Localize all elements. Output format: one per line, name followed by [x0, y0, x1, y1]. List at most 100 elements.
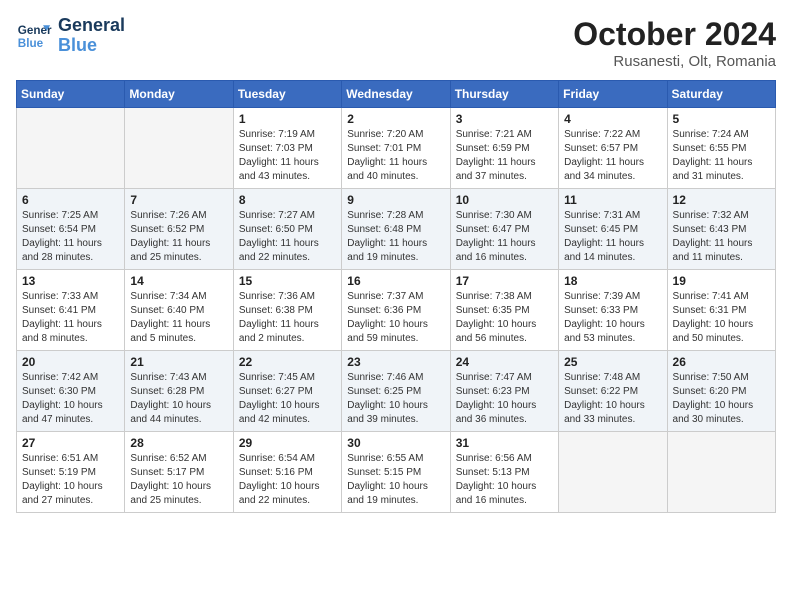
- calendar-cell: 10 Sunrise: 7:30 AM Sunset: 6:47 PM Dayli…: [450, 189, 558, 270]
- calendar-week-row: 13 Sunrise: 7:33 AM Sunset: 6:41 PM Dayli…: [17, 270, 776, 351]
- calendar-header-row: SundayMondayTuesdayWednesdayThursdayFrid…: [17, 81, 776, 108]
- cell-text: Sunrise: 7:30 AM Sunset: 6:47 PM Dayligh…: [456, 209, 553, 265]
- day-number: 22: [239, 355, 336, 369]
- day-number: 15: [239, 274, 336, 288]
- calendar-cell: 2 Sunrise: 7:20 AM Sunset: 7:01 PM Daylig…: [342, 108, 450, 189]
- day-number: 16: [347, 274, 444, 288]
- cell-text: Sunrise: 7:46 AM Sunset: 6:25 PM Dayligh…: [347, 371, 444, 427]
- cell-text: Sunrise: 6:56 AM Sunset: 5:13 PM Dayligh…: [456, 452, 553, 508]
- calendar-cell: 13 Sunrise: 7:33 AM Sunset: 6:41 PM Dayli…: [17, 270, 125, 351]
- calendar-cell: 7Sunrise: 7:26 AM Sunset: 6:52 PM Daylig…: [125, 189, 233, 270]
- cell-text: Sunrise: 7:42 AM Sunset: 6:30 PM Dayligh…: [22, 371, 119, 427]
- column-header-monday: Monday: [125, 81, 233, 108]
- cell-text: Sunrise: 7:22 AM Sunset: 6:57 PM Dayligh…: [564, 128, 661, 184]
- cell-text: Sunrise: 7:38 AM Sunset: 6:35 PM Dayligh…: [456, 290, 553, 346]
- column-header-saturday: Saturday: [667, 81, 775, 108]
- calendar-week-row: 20Sunrise: 7:42 AM Sunset: 6:30 PM Dayli…: [17, 351, 776, 432]
- calendar-cell: 3 Sunrise: 7:21 AM Sunset: 6:59 PM Daylig…: [450, 108, 558, 189]
- logo-text: General Blue: [58, 16, 125, 56]
- cell-text: Sunrise: 7:39 AM Sunset: 6:33 PM Dayligh…: [564, 290, 661, 346]
- calendar-cell: 8 Sunrise: 7:27 AM Sunset: 6:50 PM Daylig…: [233, 189, 341, 270]
- calendar-cell: 12 Sunrise: 7:32 AM Sunset: 6:43 PM Dayli…: [667, 189, 775, 270]
- calendar-cell: 28 Sunrise: 6:52 AM Sunset: 5:17 PM Dayli…: [125, 432, 233, 513]
- calendar-cell: 6 Sunrise: 7:25 AM Sunset: 6:54 PM Daylig…: [17, 189, 125, 270]
- cell-text: Sunrise: 6:52 AM Sunset: 5:17 PM Dayligh…: [130, 452, 227, 508]
- cell-text: Sunrise: 7:43 AM Sunset: 6:28 PM Dayligh…: [130, 371, 227, 427]
- day-number: 12: [673, 193, 770, 207]
- cell-text: Sunrise: 7:34 AM Sunset: 6:40 PM Dayligh…: [130, 290, 227, 346]
- calendar-cell: 18 Sunrise: 7:39 AM Sunset: 6:33 PM Dayli…: [559, 270, 667, 351]
- cell-text: Sunrise: 6:55 AM Sunset: 5:15 PM Dayligh…: [347, 452, 444, 508]
- day-number: 23: [347, 355, 444, 369]
- day-number: 21: [130, 355, 227, 369]
- cell-text: Sunrise: 7:36 AM Sunset: 6:38 PM Dayligh…: [239, 290, 336, 346]
- day-number: 25: [564, 355, 661, 369]
- location-title: Rusanesti, Olt, Romania: [573, 53, 776, 70]
- cell-text: Sunrise: 7:27 AM Sunset: 6:50 PM Dayligh…: [239, 209, 336, 265]
- day-number: 19: [673, 274, 770, 288]
- day-number: 30: [347, 436, 444, 450]
- day-number: 11: [564, 193, 661, 207]
- day-number: 6: [22, 193, 119, 207]
- day-number: 9: [347, 193, 444, 207]
- header: General Blue General Blue October 2024 R…: [16, 16, 776, 70]
- cell-text: Sunrise: 7:20 AM Sunset: 7:01 PM Dayligh…: [347, 128, 444, 184]
- calendar-cell: 4 Sunrise: 7:22 AM Sunset: 6:57 PM Daylig…: [559, 108, 667, 189]
- day-number: 29: [239, 436, 336, 450]
- cell-text: Sunrise: 7:33 AM Sunset: 6:41 PM Dayligh…: [22, 290, 119, 346]
- calendar-cell: 27Sunrise: 6:51 AM Sunset: 5:19 PM Dayli…: [17, 432, 125, 513]
- calendar-week-row: 1Sunrise: 7:19 AM Sunset: 7:03 PM Daylig…: [17, 108, 776, 189]
- cell-text: Sunrise: 7:25 AM Sunset: 6:54 PM Dayligh…: [22, 209, 119, 265]
- calendar-cell: [559, 432, 667, 513]
- calendar-cell: 23 Sunrise: 7:46 AM Sunset: 6:25 PM Dayli…: [342, 351, 450, 432]
- calendar-cell: 15 Sunrise: 7:36 AM Sunset: 6:38 PM Dayli…: [233, 270, 341, 351]
- day-number: 7: [130, 193, 227, 207]
- logo-line2: Blue: [58, 35, 97, 55]
- day-number: 13: [22, 274, 119, 288]
- day-number: 8: [239, 193, 336, 207]
- calendar-table: SundayMondayTuesdayWednesdayThursdayFrid…: [16, 80, 776, 513]
- day-number: 1: [239, 112, 336, 126]
- calendar-cell: 9 Sunrise: 7:28 AM Sunset: 6:48 PM Daylig…: [342, 189, 450, 270]
- calendar-cell: 31 Sunrise: 6:56 AM Sunset: 5:13 PM Dayli…: [450, 432, 558, 513]
- column-header-tuesday: Tuesday: [233, 81, 341, 108]
- calendar-cell: [667, 432, 775, 513]
- cell-text: Sunrise: 7:47 AM Sunset: 6:23 PM Dayligh…: [456, 371, 553, 427]
- svg-text:Blue: Blue: [18, 37, 44, 50]
- cell-text: Sunrise: 6:54 AM Sunset: 5:16 PM Dayligh…: [239, 452, 336, 508]
- day-number: 26: [673, 355, 770, 369]
- calendar-cell: 29 Sunrise: 6:54 AM Sunset: 5:16 PM Dayli…: [233, 432, 341, 513]
- logo: General Blue General Blue: [16, 16, 125, 56]
- day-number: 10: [456, 193, 553, 207]
- day-number: 28: [130, 436, 227, 450]
- calendar-cell: 30 Sunrise: 6:55 AM Sunset: 5:15 PM Dayli…: [342, 432, 450, 513]
- cell-text: Sunrise: 7:45 AM Sunset: 6:27 PM Dayligh…: [239, 371, 336, 427]
- day-number: 31: [456, 436, 553, 450]
- calendar-cell: [125, 108, 233, 189]
- cell-text: Sunrise: 7:37 AM Sunset: 6:36 PM Dayligh…: [347, 290, 444, 346]
- column-header-wednesday: Wednesday: [342, 81, 450, 108]
- calendar-cell: 26Sunrise: 7:50 AM Sunset: 6:20 PM Dayli…: [667, 351, 775, 432]
- day-number: 27: [22, 436, 119, 450]
- day-number: 3: [456, 112, 553, 126]
- day-number: 17: [456, 274, 553, 288]
- day-number: 5: [673, 112, 770, 126]
- cell-text: Sunrise: 7:21 AM Sunset: 6:59 PM Dayligh…: [456, 128, 553, 184]
- cell-text: Sunrise: 7:24 AM Sunset: 6:55 PM Dayligh…: [673, 128, 770, 184]
- calendar-cell: 11Sunrise: 7:31 AM Sunset: 6:45 PM Dayli…: [559, 189, 667, 270]
- calendar-cell: 16 Sunrise: 7:37 AM Sunset: 6:36 PM Dayli…: [342, 270, 450, 351]
- day-number: 2: [347, 112, 444, 126]
- day-number: 4: [564, 112, 661, 126]
- cell-text: Sunrise: 7:28 AM Sunset: 6:48 PM Dayligh…: [347, 209, 444, 265]
- calendar-cell: 17 Sunrise: 7:38 AM Sunset: 6:35 PM Dayli…: [450, 270, 558, 351]
- calendar-week-row: 6 Sunrise: 7:25 AM Sunset: 6:54 PM Daylig…: [17, 189, 776, 270]
- cell-text: Sunrise: 7:41 AM Sunset: 6:31 PM Dayligh…: [673, 290, 770, 346]
- day-number: 24: [456, 355, 553, 369]
- cell-text: Sunrise: 7:48 AM Sunset: 6:22 PM Dayligh…: [564, 371, 661, 427]
- cell-text: Sunrise: 7:32 AM Sunset: 6:43 PM Dayligh…: [673, 209, 770, 265]
- calendar-cell: 22 Sunrise: 7:45 AM Sunset: 6:27 PM Dayli…: [233, 351, 341, 432]
- calendar-cell: 14Sunrise: 7:34 AM Sunset: 6:40 PM Dayli…: [125, 270, 233, 351]
- calendar-week-row: 27Sunrise: 6:51 AM Sunset: 5:19 PM Dayli…: [17, 432, 776, 513]
- month-title: October 2024: [573, 16, 776, 53]
- day-number: 18: [564, 274, 661, 288]
